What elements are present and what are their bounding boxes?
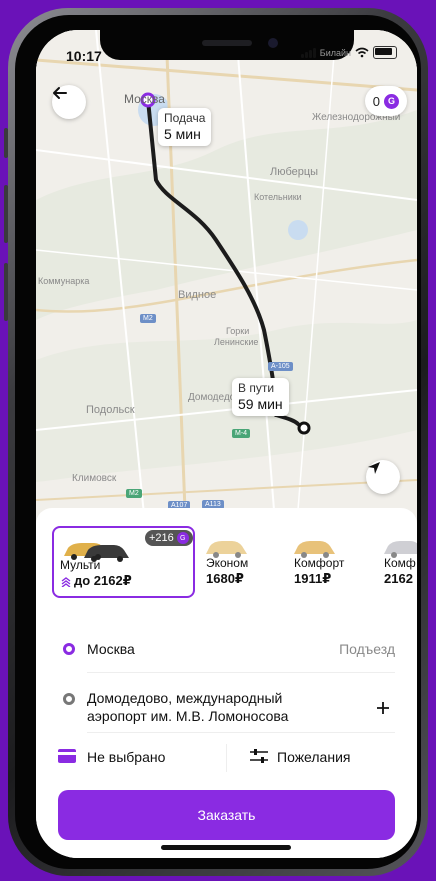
pickup-address: Москва xyxy=(87,641,135,657)
road-shield-m2-south: M2 xyxy=(126,489,142,498)
tariff-carousel[interactable]: +216 G Мульти до 2162₽ Эконом 1680₽ Комф… xyxy=(52,526,417,598)
map-view[interactable]: Москва Железнодорожный Люберцы Котельник… xyxy=(36,30,417,535)
pickup-time: 5 мин xyxy=(164,125,201,142)
order-button[interactable]: Заказать xyxy=(58,790,395,840)
map-label-gorki: Горки xyxy=(226,326,250,336)
front-camera xyxy=(268,38,278,48)
coins-count: 0 xyxy=(372,93,380,109)
vertical-divider xyxy=(226,744,227,772)
add-stop-icon[interactable] xyxy=(375,700,391,716)
speaker-grille xyxy=(202,40,252,46)
wishes-button[interactable]: Пожелания xyxy=(250,744,400,768)
pickup-label: Подача xyxy=(164,111,206,125)
payment-button[interactable]: Не выбрано xyxy=(58,744,218,768)
map-label-kommunarka: Коммунарка xyxy=(38,276,90,286)
bonus-coin-icon: G xyxy=(176,532,189,544)
tariff-comfort-plus[interactable]: Комф 2162 xyxy=(378,526,417,594)
divider xyxy=(87,672,395,673)
map-label-leninskie: Ленинские xyxy=(214,337,259,347)
tariff-price: 1680₽ xyxy=(206,571,244,586)
tariff-econom[interactable]: Эконом 1680₽ xyxy=(200,526,280,594)
multi-chevrons-icon xyxy=(61,577,71,587)
tariff-multi[interactable]: +216 G Мульти до 2162₽ xyxy=(52,526,195,598)
wifi-icon xyxy=(355,47,369,58)
order-sheet: +216 G Мульти до 2162₽ Эконом 1680₽ Комф… xyxy=(36,508,417,858)
status-indicators: Билайн xyxy=(300,46,397,59)
back-button[interactable] xyxy=(52,85,86,119)
tariff-name: Мульти xyxy=(60,558,101,572)
map-label-podolsk: Подольск xyxy=(86,404,135,416)
navigation-arrow-icon xyxy=(368,462,380,474)
trip-time: 59 мин xyxy=(238,395,283,412)
payment-label: Не выбрано xyxy=(87,749,166,765)
map-label-lyubertsy: Люберцы xyxy=(270,166,319,178)
coin-icon: G xyxy=(384,93,399,109)
map-label-moscow: Москва xyxy=(124,92,165,106)
wishes-label: Пожелания xyxy=(277,749,351,765)
car-econom-icon xyxy=(206,541,247,558)
tariff-comfort[interactable]: Комфорт 1911₽ xyxy=(288,526,372,594)
map-label-vidnoe: Видное xyxy=(178,289,217,301)
card-icon xyxy=(58,749,76,763)
divider xyxy=(87,732,395,733)
trip-label: В пути xyxy=(238,381,275,395)
tariff-price-value: до 2162₽ xyxy=(74,573,132,588)
car-comfort-icon xyxy=(294,541,335,558)
destination-address-line2: аэропорт им. М.В. Ломоносова xyxy=(87,708,289,724)
my-location-button[interactable] xyxy=(366,460,400,494)
bonus-badge: +216 G xyxy=(145,530,193,546)
map-label-kotelniki: Котельники xyxy=(254,192,302,202)
pickup-time-bubble: Подача 5 мин xyxy=(158,108,212,146)
tariff-price: до 2162₽ xyxy=(60,573,132,589)
coins-balance-button[interactable]: 0 G xyxy=(364,86,407,116)
tariff-name: Комфорт xyxy=(294,556,345,570)
home-indicator[interactable] xyxy=(161,845,291,850)
destination-dot-icon xyxy=(63,693,75,705)
carrier-name: Билайн xyxy=(319,47,351,58)
destination-address-line1: Домодедово, международный xyxy=(87,690,283,706)
pickup-row[interactable]: Москва Подъезд xyxy=(36,638,417,662)
pickup-dot-icon xyxy=(63,643,75,655)
tariff-price: 1911₽ xyxy=(294,571,332,586)
map-label-klimovsk: Климовск xyxy=(72,473,117,484)
road-shield-m4: M-4 xyxy=(232,429,251,438)
car-comfort-plus-icon xyxy=(384,541,417,558)
status-time: 10:17 xyxy=(66,48,102,64)
arrow-left-icon xyxy=(53,87,67,99)
tariff-name: Эконом xyxy=(206,556,249,570)
battery-icon xyxy=(373,46,397,59)
settings-sliders-icon xyxy=(250,749,268,763)
tariff-name: Комф xyxy=(384,556,416,570)
road-shield-a105: A-105 xyxy=(268,362,293,371)
destination-marker xyxy=(297,421,311,435)
map-canvas xyxy=(36,30,417,535)
trip-time-bubble: В пути 59 мин xyxy=(232,378,289,416)
tariff-price: 2162 xyxy=(384,571,413,586)
signal-icon xyxy=(300,47,316,58)
road-shield-m2: M2 xyxy=(140,314,156,323)
destination-row[interactable]: Домодедово, международный аэропорт им. М… xyxy=(36,688,417,728)
phone-screen: Москва Железнодорожный Люберцы Котельник… xyxy=(36,30,417,858)
entrance-button[interactable]: Подъезд xyxy=(339,641,395,657)
bonus-amount: +216 xyxy=(149,532,174,544)
